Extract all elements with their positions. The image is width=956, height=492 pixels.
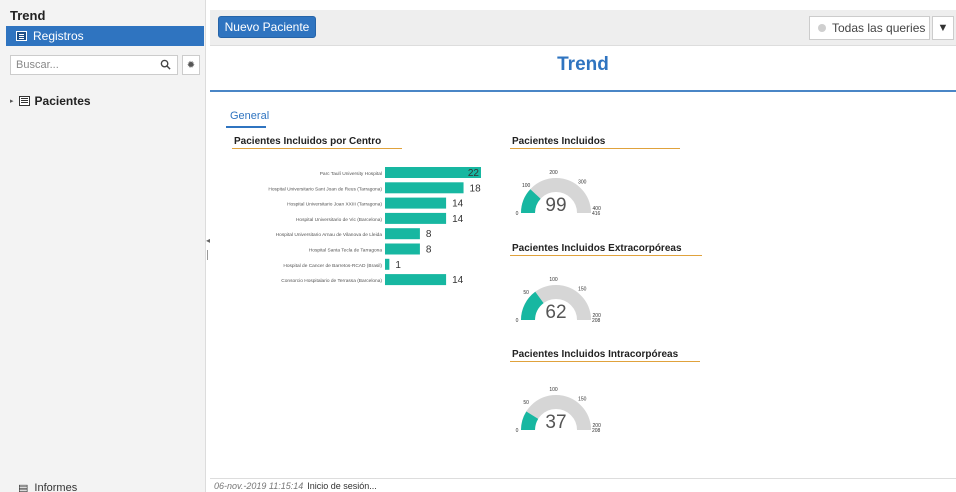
bar-value-label: 22 (468, 168, 480, 179)
tab-active-indicator (226, 126, 266, 128)
tree-item-pacientes[interactable]: ▸ Pacientes (10, 94, 91, 108)
queries-label: Todas las queries (832, 21, 926, 35)
gauge-value: 37 (545, 412, 566, 433)
status-dot-icon (818, 24, 826, 32)
gauge-min-label: 0 (516, 428, 519, 434)
gauge-total: 990 416100200300400 (516, 170, 602, 217)
gauge-tick-label: 50 (523, 290, 529, 296)
status-bar: 06-nov.-2019 11:15:14 Inicio de sesión..… (210, 478, 956, 492)
gauge-title-total: Pacientes Incluidos (512, 136, 606, 147)
table-icon (16, 31, 27, 41)
section-divider (232, 148, 402, 149)
collapse-sidebar-icon[interactable]: ◂ (206, 236, 210, 245)
gauge-tick-label: 400 (593, 206, 602, 212)
bar-value-label: 8 (426, 245, 432, 256)
bar (385, 197, 447, 209)
bar (385, 274, 447, 286)
section-divider (510, 148, 680, 149)
tab-general[interactable]: General (230, 110, 269, 122)
gauge-tick-label: 150 (578, 397, 587, 403)
bar-value-label: 14 (452, 214, 464, 225)
gauge-intra: 370 20850100150200 (516, 387, 602, 434)
bar-chart-title: Pacientes Incluidos por Centro (234, 136, 382, 147)
title-divider (210, 90, 956, 92)
gauge-min-label: 0 (516, 318, 519, 324)
bar (385, 212, 447, 224)
gauge-tick-label: 100 (549, 277, 558, 283)
gauge-tick-label: 300 (578, 180, 587, 186)
gauge-tick-label: 100 (549, 387, 558, 393)
bar-value-label: 1 (395, 260, 401, 271)
gauge-tick-label: 50 (523, 400, 529, 406)
bar-value-label: 14 (452, 199, 464, 210)
sidebar: Trend Registros Buscar... ✹ ▸ Pacientes … (0, 0, 206, 492)
bar-value-label: 18 (470, 183, 482, 194)
settings-button[interactable]: ✹ (182, 55, 200, 75)
section-divider (510, 255, 702, 256)
new-patient-button[interactable]: Nuevo Paciente (218, 16, 316, 38)
gauge-fill (521, 291, 544, 321)
bar-value-label: 14 (452, 275, 464, 286)
bar-category-label: Hospital Universitario Sant Joan de Reus… (268, 186, 382, 192)
queries-filter-button[interactable]: Todas las queries (809, 16, 930, 40)
gauge-fill (521, 189, 541, 214)
toolbar: Nuevo Paciente Todas las queries ▼ (210, 10, 956, 46)
sidebar-item-registros[interactable]: Registros (6, 26, 204, 46)
sidebar-item-label: Registros (33, 29, 84, 43)
status-message: Inicio de sesión... (307, 480, 377, 491)
gauge-fill (521, 411, 539, 431)
search-icon[interactable] (160, 59, 171, 70)
bar-category-label: Hospital de Cancer de Barretos-RCAD (Bra… (283, 263, 382, 269)
gauge-title-intra: Pacientes Incluidos Intracorpóreas (512, 349, 679, 360)
gauge-tick-label: 150 (578, 287, 587, 293)
gauge-extra: 620 20850100150200 (516, 277, 602, 324)
bar-category-label: Hospital Universitario Joan XXIII (Tarra… (287, 202, 382, 208)
gauge-min-label: 0 (516, 211, 519, 217)
bar (385, 258, 390, 270)
page-title: Trend (557, 54, 609, 75)
bar-category-label: Hospital Santa Tecla de Tarragona (309, 248, 382, 254)
sidebar-title: Trend (10, 8, 46, 23)
bar-category-label: Consorcio Hospitalario de Terrassa (Barc… (281, 278, 382, 284)
bar-value-label: 8 (426, 229, 432, 240)
caret-down-icon: ▼ (937, 22, 949, 34)
queries-dropdown-button[interactable]: ▼ (932, 16, 954, 40)
status-timestamp: 06-nov.-2019 11:15:14 (214, 480, 304, 491)
sidebar-item-label: Informes (34, 482, 78, 492)
gear-icon: ✹ (186, 59, 196, 71)
report-icon: ▤ (18, 483, 29, 492)
gauge-tick-label: 200 (593, 313, 602, 319)
bar-chart: Parc Taulí University Hospital 22 Hospital… (268, 167, 482, 286)
tree-item-label: Pacientes (34, 94, 91, 108)
sidebar-item-informes[interactable]: ▤ Informes (18, 482, 77, 492)
search-placeholder: Buscar... (16, 59, 59, 71)
search-input[interactable]: Buscar... (10, 55, 178, 75)
table-icon (18, 96, 30, 106)
gauge-tick-label: 200 (549, 170, 558, 176)
splitter-handle[interactable] (207, 250, 208, 260)
section-divider (510, 361, 700, 362)
bar (385, 243, 420, 255)
gauge-value: 62 (545, 302, 566, 323)
gauge-tick-label: 200 (593, 423, 602, 429)
bar (385, 182, 464, 194)
gauge-tick-label: 100 (522, 183, 531, 189)
bar (385, 228, 420, 240)
chevron-right-icon[interactable]: ▸ (10, 97, 14, 105)
bar-category-label: Parc Taulí University Hospital (320, 171, 382, 177)
bar-category-label: Hospital Universitario de Vic (Barcelona… (296, 217, 382, 223)
bar-category-label: Hospital Universitario Arnau de Vilanova… (276, 232, 383, 238)
app-window: Trend Registros Buscar... ✹ ▸ Pacientes … (0, 0, 956, 492)
bar (385, 167, 481, 178)
gauge-title-extra: Pacientes Incluidos Extracorpóreas (512, 243, 682, 254)
gauge-value: 99 (545, 195, 566, 216)
